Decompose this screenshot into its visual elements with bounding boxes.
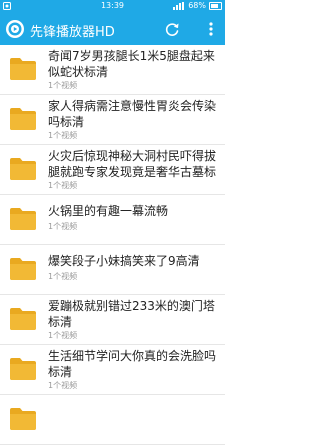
- folder-icon: [10, 58, 36, 80]
- app-title: 先锋播放器HD: [30, 25, 115, 40]
- more-menu-icon[interactable]: [205, 20, 217, 38]
- item-count: 1个视频: [48, 81, 78, 90]
- list-item[interactable]: 火灾后惊现神秘大洞村民吓得拔腿就跑专家发现竟是奢华古墓标清 1个视频: [0, 145, 225, 195]
- list-item[interactable]: 火锅里的有趣一幕流畅 1个视频: [0, 195, 225, 245]
- app-logo-icon[interactable]: [5, 19, 25, 39]
- list-item[interactable]: 爱蹦极就别错过233米的澳门塔标清 1个视频: [0, 295, 225, 345]
- folder-icon: [10, 158, 36, 180]
- refresh-icon[interactable]: [163, 20, 181, 38]
- item-count: 1个视频: [48, 181, 78, 190]
- signal-icon: [173, 1, 185, 10]
- item-title: 家人得病需注意慢性胃炎会传染吗标清: [48, 99, 217, 129]
- folder-icon: [10, 308, 36, 330]
- item-title: 火锅里的有趣一幕流畅: [48, 204, 169, 218]
- list-item[interactable]: [0, 395, 225, 445]
- item-count: 1个视频: [48, 222, 78, 231]
- item-count: 1个视频: [48, 131, 78, 140]
- item-title: 火灾后惊现神秘大洞村民吓得拔腿就跑专家发现竟是奢华古墓标清: [48, 149, 217, 179]
- item-count: 1个视频: [48, 331, 78, 340]
- folder-icon: [10, 358, 36, 380]
- status-bar: 13:39 68%: [0, 0, 225, 13]
- list-item[interactable]: 爆笑段子小妹搞笑来了9高清 1个视频: [0, 245, 225, 295]
- item-title: 爆笑段子小妹搞笑来了9高清: [48, 254, 200, 268]
- folder-icon: [10, 108, 36, 130]
- battery-percent: 68%: [188, 1, 206, 10]
- folder-list: 奇闻7岁男孩腿长1米5腿盘起来似蛇状标清 1个视频 家人得病需注意慢性胃炎会传染…: [0, 45, 225, 445]
- item-title: 生活细节学问大你真的会洗脸吗标清: [48, 349, 217, 379]
- folder-icon: [10, 258, 36, 280]
- item-title: 爱蹦极就别错过233米的澳门塔标清: [48, 299, 215, 329]
- list-item[interactable]: 家人得病需注意慢性胃炎会传染吗标清 1个视频: [0, 95, 225, 145]
- app-bar: 先锋播放器HD: [0, 13, 225, 45]
- folder-icon: [10, 408, 36, 430]
- list-item[interactable]: 生活细节学问大你真的会洗脸吗标清 1个视频: [0, 345, 225, 395]
- list-item[interactable]: 奇闻7岁男孩腿长1米5腿盘起来似蛇状标清 1个视频: [0, 45, 225, 95]
- item-count: 1个视频: [48, 381, 78, 390]
- folder-icon: [10, 208, 36, 230]
- battery-icon: [209, 1, 222, 10]
- item-title: 奇闻7岁男孩腿长1米5腿盘起来似蛇状标清: [48, 49, 215, 79]
- item-count: 1个视频: [48, 272, 78, 281]
